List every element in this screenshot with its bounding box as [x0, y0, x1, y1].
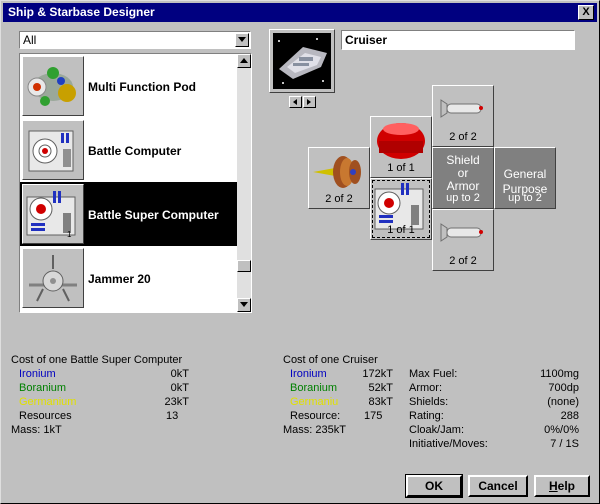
help-button[interactable]: Help — [534, 475, 590, 497]
component-mass: Mass: 1kT — [11, 424, 62, 436]
stat-value-armor: 700dp — [548, 382, 579, 394]
slot-capacity: up to 2 — [446, 192, 480, 204]
stat-label-cloak-jam: Cloak/Jam: — [409, 424, 465, 436]
slot-label-general: General — [503, 167, 547, 181]
slot-weapon-bottom[interactable]: 2 of 2 — [432, 209, 494, 271]
hull-resources-label: Resource: — [290, 410, 341, 422]
hull-preview — [269, 29, 335, 93]
stat-value-rating: 288 — [560, 410, 579, 422]
slot-fuel[interactable]: 1 of 1 — [370, 116, 432, 178]
chevron-up-icon — [240, 58, 248, 63]
list-item-multi-function-pod[interactable]: Multi Function Pod — [20, 54, 238, 118]
hull-nav — [289, 96, 316, 108]
stat-value-cloak-jam: 0%/0% — [544, 424, 579, 436]
prev-hull-button[interactable] — [289, 96, 302, 108]
stat-value-shields: (none) — [547, 396, 579, 408]
torpedo-icon — [440, 99, 483, 118]
list-item-label: Multi Function Pod — [88, 80, 196, 94]
stat-value-initiative: 7 / 1S — [550, 438, 579, 450]
next-hull-button[interactable] — [303, 96, 316, 108]
hull-ironium-label: Ironium — [290, 368, 327, 380]
ironium-label: Ironium — [19, 368, 56, 380]
battle-super-computer-icon: 1 — [22, 184, 84, 244]
scroll-down-button[interactable] — [237, 298, 251, 312]
hull-mass: Mass: 235kT — [283, 424, 346, 436]
component-cost-heading: Cost of one Battle Super Computer — [11, 354, 183, 366]
germanium-value: 23kT — [164, 396, 189, 408]
hull-cost-heading: Cost of one Cruiser — [283, 354, 378, 366]
help-mnemonic: H — [548, 479, 558, 493]
list-item-label: Jammer 20 — [88, 272, 151, 286]
stat-label-max-fuel: Max Fuel: — [409, 368, 458, 380]
ok-button[interactable]: OK — [405, 474, 463, 498]
slot-count: 2 of 2 — [449, 255, 477, 267]
jammer-icon — [22, 248, 84, 308]
multi-function-pod-icon — [22, 56, 84, 116]
stat-label-armor: Armor: — [409, 382, 442, 394]
stat-label-rating: Rating: — [409, 410, 444, 422]
scroll-up-button[interactable] — [237, 54, 251, 68]
dropdown-arrow-button[interactable] — [235, 33, 249, 47]
cancel-button[interactable]: Cancel — [468, 475, 528, 497]
hull-germanium-value: 83kT — [368, 396, 393, 408]
engine-icon — [313, 156, 361, 188]
list-item-battle-super-computer[interactable]: 1 Battle Super Computer — [20, 182, 238, 246]
cruiser-ship-icon — [273, 33, 331, 89]
svg-text:1: 1 — [67, 230, 72, 239]
slot-engine[interactable]: 2 of 2 — [308, 147, 370, 209]
filter-value: All — [23, 33, 37, 47]
help-label-rest: elp — [557, 479, 575, 493]
list-item-label: Battle Computer — [88, 144, 182, 158]
slot-computer[interactable]: 1 of 1 — [370, 178, 432, 240]
slot-shield-armor[interactable]: Shield or Armor up to 2 — [432, 147, 494, 209]
designer-window: Ship & Starbase Designer X All Multi Fun… — [0, 0, 600, 504]
slot-count: 2 of 2 — [325, 193, 353, 205]
fuel-tank-icon — [377, 123, 425, 159]
arrow-left-icon — [293, 99, 297, 105]
component-list[interactable]: Multi Function Pod Battle Computer 1 Bat… — [19, 53, 252, 313]
scroll-thumb[interactable] — [237, 260, 251, 272]
resources-value: 13 — [166, 410, 179, 422]
stat-value-max-fuel: 1100mg — [540, 368, 579, 380]
list-item-battle-computer[interactable]: Battle Computer — [20, 118, 238, 182]
boranium-value: 0kT — [170, 382, 189, 394]
component-filter-dropdown[interactable]: All — [19, 31, 251, 49]
title-bar: Ship & Starbase Designer X — [3, 3, 597, 22]
stat-label-initiative: Initiative/Moves: — [409, 438, 488, 450]
slot-weapon-top[interactable]: 2 of 2 — [432, 85, 494, 147]
torpedo-icon — [440, 223, 483, 242]
resources-label: Resources — [19, 410, 72, 422]
boranium-label: Boranium — [19, 382, 67, 394]
arrow-right-icon — [307, 99, 311, 105]
battle-computer-icon — [22, 120, 84, 180]
list-item-jammer-20[interactable]: Jammer 20 — [20, 246, 238, 310]
hull-boranium-value: 52kT — [368, 382, 393, 394]
hull-name-field[interactable]: Cruiser — [341, 30, 575, 50]
hull-ironium-value: 172kT — [362, 368, 393, 380]
close-button[interactable]: X — [578, 5, 594, 20]
slot-count: 1 of 1 — [387, 162, 415, 174]
slot-count: 1 of 1 — [387, 224, 415, 236]
slot-general-purpose[interactable]: General Purpose up to 2 — [494, 147, 556, 209]
chevron-down-icon — [238, 37, 246, 42]
ironium-value: 0kT — [170, 368, 189, 380]
hull-resources-value: 175 — [364, 410, 383, 422]
list-scrollbar[interactable] — [237, 54, 251, 312]
window-title: Ship & Starbase Designer — [8, 5, 155, 19]
list-item-label: Battle Super Computer — [88, 208, 219, 222]
germanium-label: Germanium — [19, 396, 77, 408]
chevron-down-icon — [240, 302, 248, 307]
slot-count: 2 of 2 — [449, 131, 477, 143]
slot-capacity: up to 2 — [508, 192, 542, 204]
stat-label-shields: Shields: — [409, 396, 449, 408]
